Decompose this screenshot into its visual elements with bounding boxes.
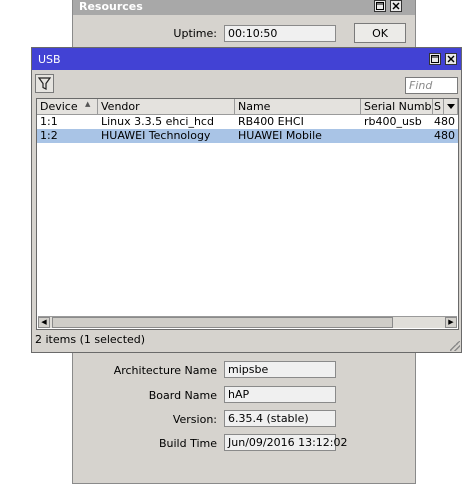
column-header-label: Vendor (101, 100, 140, 113)
cell-serial: rb400_usb (364, 115, 422, 128)
find-input[interactable] (405, 77, 458, 94)
resize-grip-icon[interactable] (450, 341, 460, 351)
column-header-device[interactable]: Device ▲ (37, 99, 98, 115)
cell-vendor: Linux 3.3.5 ehci_hcd (101, 115, 214, 128)
uptime-label: Uptime: (173, 27, 217, 40)
uptime-field: 00:10:50 (224, 25, 336, 42)
scroll-right-icon[interactable]: ▶ (445, 317, 457, 328)
cell-device: 1:2 (40, 129, 58, 142)
column-header-name[interactable]: Name (235, 99, 361, 115)
cell-device: 1:1 (40, 115, 58, 128)
usb-title: USB (38, 53, 61, 66)
architecture-field: mipsbe (224, 361, 336, 378)
filter-icon (37, 77, 52, 90)
table-row-selected[interactable]: 1:2 HUAWEI Technology HUAWEI Mobile 480 (37, 129, 458, 143)
close-icon[interactable] (390, 0, 402, 12)
chevron-down-icon (447, 104, 455, 109)
column-header-label: Serial Numbe (364, 100, 433, 113)
scrollbar-thumb[interactable] (52, 317, 393, 328)
scroll-left-icon[interactable]: ◀ (38, 317, 50, 328)
resources-titlebar[interactable]: Resources (73, 0, 415, 15)
usb-window: USB Device ▲ Vendor Name Serial Numbe S (31, 47, 462, 353)
version-label: Version: (172, 413, 217, 426)
table-row[interactable]: 1:1 Linux 3.3.5 ehci_hcd RB400 EHCI rb40… (37, 115, 458, 129)
column-menu-button[interactable] (444, 99, 458, 115)
board-field: hAP (224, 386, 336, 403)
usb-device-table: Device ▲ Vendor Name Serial Numbe S 1:1 … (36, 98, 459, 330)
maximize-icon[interactable] (429, 53, 441, 65)
resources-title: Resources (79, 0, 143, 13)
horizontal-scrollbar[interactable]: ◀ ▶ (38, 316, 457, 328)
column-header-label: S (434, 100, 441, 113)
close-icon[interactable] (445, 53, 457, 65)
column-header-label: Device (40, 100, 78, 113)
build-time-field: Jun/09/2016 13:12:02 (224, 434, 348, 451)
build-time-label: Build Time (158, 437, 217, 450)
cell-serial (361, 129, 433, 143)
column-header-speed[interactable]: S (433, 99, 444, 115)
column-header-serial[interactable]: Serial Numbe (361, 99, 433, 115)
architecture-label: Architecture Name (113, 364, 217, 377)
cell-name: RB400 EHCI (238, 115, 304, 128)
filter-button[interactable] (35, 74, 54, 93)
cell-name: HUAWEI Mobile (238, 129, 322, 142)
board-label: Board Name (148, 389, 217, 402)
maximize-icon[interactable] (374, 0, 386, 12)
cell-speed: 480 (434, 129, 455, 142)
cell-vendor: HUAWEI Technology (101, 129, 211, 142)
usb-titlebar[interactable]: USB (32, 48, 461, 70)
cell-speed: 480 (434, 115, 455, 128)
ok-button[interactable]: OK (354, 23, 406, 43)
sort-ascending-icon: ▲ (85, 100, 91, 108)
version-field: 6.35.4 (stable) (224, 410, 336, 427)
status-bar-text: 2 items (1 selected) (35, 333, 146, 346)
column-header-vendor[interactable]: Vendor (98, 99, 235, 115)
column-header-label: Name (238, 100, 271, 113)
